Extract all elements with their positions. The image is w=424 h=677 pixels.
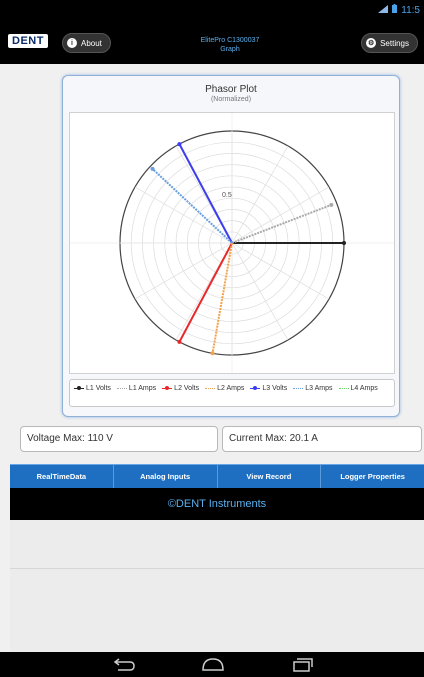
- device-name: ElitePro C1300037: [200, 37, 260, 44]
- legend-item-l1-amps: L1 Amps: [116, 383, 157, 393]
- info-icon: i: [67, 38, 77, 48]
- legend-swatch: [74, 385, 84, 390]
- settings-label: Settings: [380, 38, 409, 48]
- gear-icon: ⚙: [366, 38, 377, 48]
- home-icon[interactable]: [198, 656, 228, 673]
- legend-marker: [77, 385, 81, 390]
- tab-realtimedata[interactable]: RealTimeData: [10, 465, 114, 488]
- phasor-l1-amps: [231, 203, 332, 244]
- legend-item-l2-amps: L2 Amps: [205, 383, 244, 393]
- legend-swatch: [250, 385, 261, 390]
- blank-area: [10, 520, 424, 652]
- legend-label: L1 Amps: [128, 384, 157, 392]
- phasor-l3-amps: [151, 168, 233, 244]
- legend-item-l3-volts: L3 Volts: [250, 383, 287, 393]
- battery-icon: [392, 4, 398, 16]
- legend-swatch: [338, 387, 349, 389]
- grid-spoke: [231, 186, 330, 244]
- current-max-box: Current Max: 20.1 A: [222, 426, 422, 452]
- phasor-point-l3-amps: [150, 166, 155, 171]
- signal-icon: [378, 4, 389, 16]
- screen-name: Graph: [220, 46, 240, 53]
- plot-title: Phasor Plot: [205, 84, 257, 95]
- plot-subtitle: (Normalized): [210, 96, 252, 103]
- settings-button[interactable]: ⚙ Settings: [361, 33, 418, 53]
- legend-item-l3-amps: L3 Amps: [293, 383, 333, 393]
- legend-label: L2 Volts: [174, 384, 200, 392]
- legend-item-l4-amps: L4 Amps: [338, 383, 378, 393]
- voltage-max-box: Voltage Max: 110 V: [20, 426, 218, 452]
- phasor-plot-card: Phasor Plot (Normalized) 0.5 L1 Volts L1 …: [62, 75, 400, 417]
- status-time: 11:5: [401, 4, 420, 16]
- legend-swatch: [293, 387, 304, 389]
- legend-marker: [253, 385, 258, 390]
- app-header: DENT i About ElitePro C1300037 Graph ⚙ S…: [0, 24, 424, 64]
- grid-spoke: [231, 242, 330, 300]
- plot-area: 0.5: [69, 112, 395, 374]
- left-strip: [0, 464, 10, 652]
- tab-analog-inputs[interactable]: Analog Inputs: [114, 465, 218, 488]
- about-label: About: [81, 38, 102, 48]
- divider: [10, 568, 424, 569]
- phasor-point-l2-volts: [177, 339, 182, 344]
- legend-swatch: [162, 385, 173, 390]
- phasor-point-l2-amps: [210, 351, 215, 356]
- main-content: Phasor Plot (Normalized) 0.5 L1 Volts L1 …: [0, 64, 424, 464]
- tab-logger-properties[interactable]: Logger Properties: [321, 465, 424, 488]
- back-icon[interactable]: [108, 656, 138, 673]
- legend-label: L3 Amps: [305, 384, 333, 392]
- phasor-chart: 0.5: [70, 113, 394, 373]
- plot-legend: L1 Volts L1 Amps L2 Volts L2 Amps L3 Volts L3…: [69, 379, 395, 407]
- about-button[interactable]: i About: [62, 33, 111, 53]
- system-nav-bar: [0, 652, 424, 677]
- legend-label: L4 Amps: [350, 384, 378, 392]
- legend-label: L2 Amps: [217, 384, 245, 392]
- phasor-point-l3-volts: [177, 142, 182, 147]
- tab-view-record[interactable]: View Record: [218, 465, 322, 488]
- legend-swatch: [116, 387, 127, 389]
- legend-label: L1 Volts: [86, 384, 111, 392]
- phasor-point-l1-amps: [329, 202, 334, 207]
- legend-item-l1-volts: L1 Volts: [74, 383, 111, 393]
- dent-logo: DENT: [8, 34, 48, 48]
- phasor-point-l1-volts: [342, 241, 346, 245]
- legend-marker: [165, 385, 170, 390]
- brand-bar: ©DENT Instruments: [10, 488, 424, 520]
- recent-apps-icon[interactable]: [288, 656, 318, 673]
- status-icons: 11:5: [378, 4, 420, 16]
- ring-tick-label: 0.5: [222, 192, 232, 199]
- header-title: ElitePro C1300037 Graph: [160, 36, 300, 54]
- grid-spoke: [231, 242, 289, 341]
- bottom-nav: RealTimeData Analog Inputs View Record L…: [10, 464, 424, 488]
- grid-spoke: [231, 145, 289, 244]
- legend-swatch: [205, 387, 216, 389]
- legend-item-l2-volts: L2 Volts: [162, 383, 199, 393]
- legend-label: L3 Volts: [262, 384, 288, 392]
- status-bar: 11:5: [0, 0, 424, 24]
